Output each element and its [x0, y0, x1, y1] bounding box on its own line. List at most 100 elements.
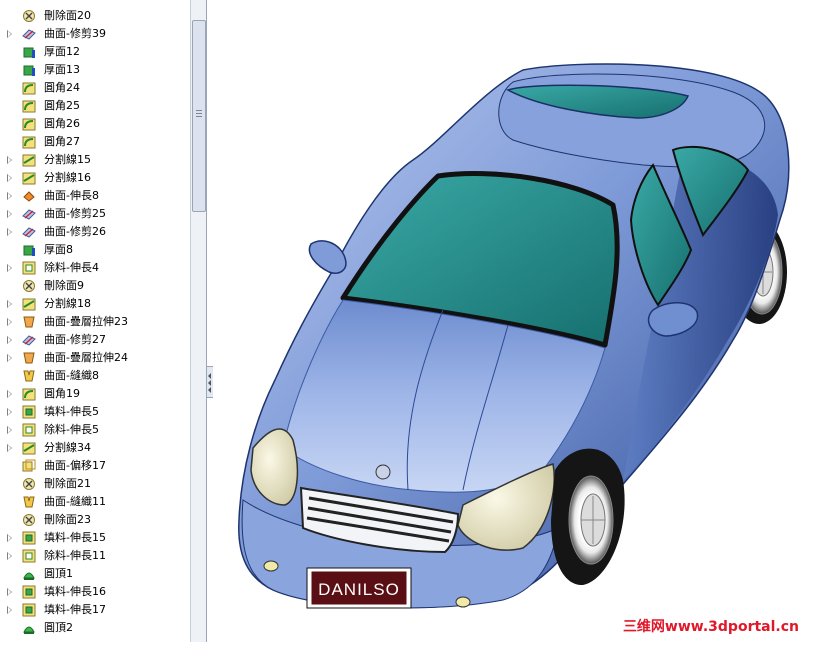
expand-arrow-icon[interactable]	[7, 210, 12, 218]
thicken-icon	[23, 47, 35, 58]
expand-arrow-icon[interactable]	[7, 534, 12, 542]
license-plate: DANILSO	[306, 567, 412, 609]
feature-tree-item-label: 曲面-修剪39	[44, 27, 106, 40]
feature-tree-item[interactable]: 厚面8	[0, 241, 190, 259]
feature-tree-item[interactable]: 曲面-縫織8	[0, 367, 190, 385]
feature-tree-item[interactable]: 分割線16	[0, 169, 190, 187]
expand-arrow-icon[interactable]	[7, 606, 12, 614]
expand-arrow-icon[interactable]	[7, 444, 12, 452]
expand-arrow-icon[interactable]	[7, 300, 12, 308]
feature-tree-item[interactable]: 圓角27	[0, 133, 190, 151]
expand-arrow-icon[interactable]	[7, 426, 12, 434]
cut-extrude-icon	[22, 423, 36, 437]
cut-extrude-icon	[22, 549, 36, 563]
expand-arrow-icon[interactable]	[7, 174, 12, 182]
feature-tree-item[interactable]: 填料-伸長15	[0, 529, 190, 547]
feature-tree-item[interactable]: 厚面13	[0, 61, 190, 79]
feature-tree-item-label: 曲面-縫織11	[44, 495, 106, 508]
feature-tree-item[interactable]: 填料-伸長16	[0, 583, 190, 601]
boss-extrude-icon	[22, 603, 36, 617]
expand-arrow-icon[interactable]	[7, 552, 12, 560]
expand-arrow-icon[interactable]	[7, 354, 12, 362]
feature-tree-item[interactable]: 曲面-偏移17	[0, 457, 190, 475]
feature-tree-item[interactable]: 曲面-修剪26	[0, 223, 190, 241]
tree-scrollbar[interactable]	[190, 0, 206, 642]
delete-face-icon	[23, 280, 35, 292]
feature-tree-item[interactable]: 曲面-疊層拉伸23	[0, 313, 190, 331]
feature-tree-item[interactable]: 分割線18	[0, 295, 190, 313]
boss-extrude-icon	[22, 531, 36, 545]
expand-arrow-icon[interactable]	[7, 228, 12, 236]
expand-arrow-icon[interactable]	[7, 318, 12, 326]
left-fog-lamp	[263, 560, 279, 572]
surface-trim-icon	[22, 209, 36, 220]
cut-extrude-icon	[22, 261, 36, 275]
expand-arrow-icon[interactable]	[7, 408, 12, 416]
feature-tree-item[interactable]: 圓角24	[0, 79, 190, 97]
feature-tree-item[interactable]: 曲面-修剪25	[0, 205, 190, 223]
feature-manager-tree: 刪除面20 曲面-修剪39 厚面12 厚面13 圓角24 圓角25 圓角26 圓角27 分割線1…	[0, 0, 207, 642]
feature-tree-item[interactable]: 圓角25	[0, 97, 190, 115]
feature-tree-item[interactable]: 刪除面20	[0, 7, 190, 25]
feature-tree-item[interactable]: 分割線15	[0, 151, 190, 169]
feature-tree-item-label: 圓角26	[44, 117, 80, 130]
feature-tree-item[interactable]: 除料-伸長4	[0, 259, 190, 277]
delete-face-icon	[23, 514, 35, 526]
feature-tree-item-label: 刪除面20	[44, 9, 91, 22]
surface-extrude-icon	[23, 191, 35, 202]
surface-offset-icon	[22, 459, 36, 472]
surface-knit-icon	[23, 496, 35, 508]
expand-arrow-icon[interactable]	[7, 264, 12, 272]
surface-knit-icon	[23, 370, 35, 382]
feature-tree-item-label: 刪除面23	[44, 513, 91, 526]
feature-tree-item-label: 填料-伸長5	[44, 405, 99, 418]
feature-tree-item[interactable]: 圓角26	[0, 115, 190, 133]
feature-tree-item-label: 曲面-修剪27	[44, 333, 106, 346]
feature-tree-item[interactable]: 曲面-縫織11	[0, 493, 190, 511]
expand-arrow-icon[interactable]	[7, 30, 12, 38]
feature-tree-item[interactable]: 填料-伸長5	[0, 403, 190, 421]
expand-arrow-icon[interactable]	[7, 390, 12, 398]
feature-tree-item[interactable]: 圓角19	[0, 385, 190, 403]
feature-tree-item[interactable]: 曲面-修剪39	[0, 25, 190, 43]
right-fog-lamp	[455, 596, 471, 608]
feature-tree-item[interactable]: 刪除面23	[0, 511, 190, 529]
surface-trim-icon	[22, 335, 36, 346]
feature-tree-item[interactable]: 刪除面9	[0, 277, 190, 295]
feature-tree-item[interactable]: 分割線34	[0, 439, 190, 457]
feature-tree-item-label: 曲面-伸長8	[44, 189, 99, 202]
feature-tree-item[interactable]: 曲面-修剪27	[0, 331, 190, 349]
car-3d-model[interactable]: DANILSO	[213, 0, 821, 642]
feature-tree-item[interactable]: 除料-伸長5	[0, 421, 190, 439]
feature-tree-item[interactable]: 曲面-疊層拉伸24	[0, 349, 190, 367]
feature-tree-item-label: 填料-伸長16	[44, 585, 106, 598]
feature-tree-item[interactable]: 圓頂1	[0, 565, 190, 583]
expand-arrow-icon[interactable]	[7, 588, 12, 596]
expand-arrow-icon[interactable]	[7, 336, 12, 344]
feature-tree-item[interactable]: 刪除面21	[0, 475, 190, 493]
feature-tree-item[interactable]: 填料-伸長17	[0, 601, 190, 619]
feature-tree-item-label: 曲面-疊層拉伸23	[44, 315, 128, 328]
fillet-icon	[22, 136, 36, 149]
expand-arrow-icon[interactable]	[7, 192, 12, 200]
boss-extrude-icon	[22, 405, 36, 419]
feature-tree-item-label: 刪除面21	[44, 477, 91, 490]
feature-tree-item-label: 曲面-修剪25	[44, 207, 106, 220]
thicken-icon	[23, 65, 35, 76]
feature-tree-item-label: 填料-伸長15	[44, 531, 106, 544]
feature-tree-item[interactable]: 除料-伸長11	[0, 547, 190, 565]
feature-tree-item-label: 分割線16	[44, 171, 91, 184]
feature-tree-item[interactable]: 圓頂2	[0, 619, 190, 637]
graphics-viewport[interactable]: DANILSO	[213, 0, 821, 642]
feature-tree-item-label: 曲面-修剪26	[44, 225, 106, 238]
feature-tree-item-label: 圓頂1	[44, 567, 73, 580]
feature-tree-item[interactable]: 曲面-伸長8	[0, 187, 190, 205]
expand-arrow-icon[interactable]	[7, 156, 12, 164]
fillet-icon	[22, 118, 36, 131]
feature-tree-item-label: 分割線18	[44, 297, 91, 310]
tree-scrollbar-thumb[interactable]	[192, 20, 206, 212]
surface-trim-icon	[22, 227, 36, 238]
feature-tree-item-label: 圓角25	[44, 99, 80, 112]
feature-tree-item[interactable]: 厚面12	[0, 43, 190, 61]
split-line-icon	[22, 298, 36, 311]
